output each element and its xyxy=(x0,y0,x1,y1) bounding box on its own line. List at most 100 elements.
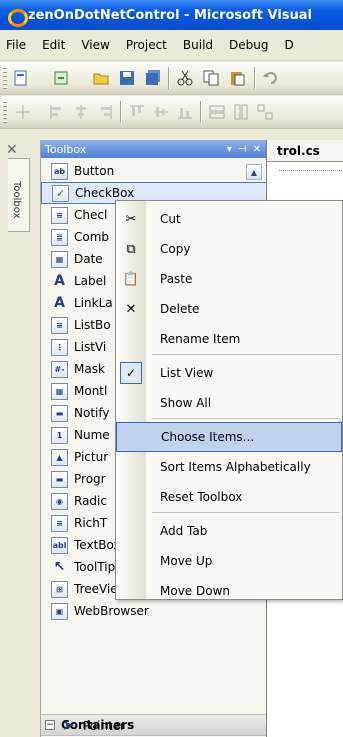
toolbox-item-label: Mask xyxy=(74,362,105,376)
toolbox-item-label: ListVi xyxy=(74,340,107,354)
align-rights-icon[interactable] xyxy=(96,103,114,121)
menu-item-copy[interactable]: ⧉ Copy xyxy=(116,234,342,264)
toolbox-item-label: WebBrowser xyxy=(74,604,149,618)
checkmark-icon: ✓ xyxy=(116,358,146,388)
save-icon[interactable] xyxy=(118,69,136,87)
menu-item-label: Choose Items... xyxy=(161,430,255,444)
menu-debug[interactable]: Debug xyxy=(229,38,268,52)
menu-edit[interactable]: Edit xyxy=(42,38,65,52)
toolbox-item-label: Radic xyxy=(74,494,107,508)
editor-tab-label: trol.cs xyxy=(277,143,320,158)
menu-item-sort-items-alphabetically[interactable]: Sort Items Alphabetically xyxy=(116,452,342,482)
layout-toolbar xyxy=(0,96,343,129)
menu-build[interactable]: Build xyxy=(183,38,213,52)
menu-item-delete[interactable]: ✕ Delete xyxy=(116,294,342,324)
menu-view[interactable]: View xyxy=(81,38,109,52)
toolbox-pin-icon[interactable]: ✕ xyxy=(6,142,18,158)
menu-item-label: Cut xyxy=(160,212,181,226)
notifyicon-icon: ▬ xyxy=(51,404,68,422)
copy-icon[interactable] xyxy=(202,69,220,87)
toolbox-item-label: Label xyxy=(74,274,107,288)
monthcalendar-icon: ▦ xyxy=(51,382,68,400)
auto-hide-icon[interactable]: ⊣ xyxy=(238,144,247,155)
make-same-width-icon[interactable] xyxy=(208,103,226,121)
textbox-icon: abl xyxy=(51,536,68,554)
paste-icon[interactable] xyxy=(228,69,246,87)
menu-item-list-view[interactable]: ✓ List View xyxy=(116,358,342,388)
menu-d[interactable]: D xyxy=(284,38,293,52)
checkmark-box: ✓ xyxy=(120,362,142,384)
checkedlistbox-icon: ≡ xyxy=(51,206,68,224)
toolbar-grip[interactable] xyxy=(3,67,7,89)
toolbox-item-label: Nume xyxy=(74,428,110,442)
standard-toolbar xyxy=(0,62,343,95)
toolbox-header: Toolbox ▾ ⊣ ✕ xyxy=(41,140,267,158)
window-title-bar: zenOnDotNetControl - Microsoft Visual xyxy=(0,0,343,30)
checkbox-icon xyxy=(52,184,69,202)
toolbox-title: Toolbox xyxy=(45,142,87,156)
menu-bar: File Edit View Project Build Debug D xyxy=(0,30,343,61)
menu-item-move-down[interactable]: Move Down xyxy=(116,576,342,606)
menu-separator xyxy=(152,418,340,419)
toolbox-item-label: TextBox xyxy=(74,538,121,552)
save-all-icon[interactable] xyxy=(144,69,162,87)
menu-file[interactable]: File xyxy=(6,38,26,52)
make-same-size-icon[interactable] xyxy=(256,103,274,121)
paste-icon: 📋 xyxy=(122,271,140,287)
menu-item-label: Reset Toolbox xyxy=(160,490,243,504)
window-position-icon[interactable]: ▾ xyxy=(227,144,232,155)
close-icon[interactable]: ✕ xyxy=(253,144,261,155)
toolbox-side-tab[interactable]: Toolbox xyxy=(8,158,30,232)
menu-item-rename-item[interactable]: Rename Item xyxy=(116,324,342,354)
make-same-height-icon[interactable] xyxy=(232,103,250,121)
toolbox-item-label: Button xyxy=(74,164,115,178)
copy-icon: ⧉ xyxy=(126,241,136,257)
toolbox-item-label: Date xyxy=(74,252,103,266)
menu-gutter-spacer xyxy=(116,482,146,512)
align-tops-icon[interactable] xyxy=(128,103,146,121)
menu-item-add-tab[interactable]: Add Tab xyxy=(116,516,342,546)
delete-icon: ✕ xyxy=(125,301,137,317)
linklabel-icon: A xyxy=(54,295,65,311)
toolbox-item-label: ToolTip xyxy=(74,560,116,574)
toolbox-side-tab-label: Toolbox xyxy=(11,181,22,219)
listview-icon: ⋮ xyxy=(51,338,68,356)
richtextbox-icon: ≡ xyxy=(51,514,68,532)
menu-item-show-all[interactable]: Show All xyxy=(116,388,342,418)
combobox-icon: ≣ xyxy=(51,228,68,246)
menu-gutter-spacer xyxy=(116,452,146,482)
align-bottoms-icon[interactable] xyxy=(176,103,194,121)
align-lefts-icon[interactable] xyxy=(48,103,66,121)
undo-icon[interactable] xyxy=(262,69,280,87)
toolbox-item-pointer[interactable]: ➤ Pointer xyxy=(50,715,230,737)
add-item-icon[interactable] xyxy=(52,69,70,87)
menu-separator xyxy=(152,354,340,355)
menu-item-label: Rename Item xyxy=(160,332,241,346)
align-middles-icon[interactable] xyxy=(152,103,170,121)
toolbar-grip[interactable] xyxy=(3,101,7,123)
cut-icon[interactable] xyxy=(176,69,194,87)
align-to-grid-icon[interactable] xyxy=(14,103,32,121)
menu-gutter-spacer xyxy=(117,422,147,452)
new-project-icon[interactable] xyxy=(12,69,30,87)
menu-item-cut[interactable]: ✂ Cut xyxy=(116,204,342,234)
toolbox-item-label: Montl xyxy=(74,384,108,398)
menu-item-paste[interactable]: 📋 Paste xyxy=(116,264,342,294)
menu-gutter-spacer xyxy=(116,546,146,576)
toolbox-item-label: Progr xyxy=(74,472,106,486)
editor-tab-control-cs[interactable]: trol.cs xyxy=(267,140,343,162)
toolbox-item-button[interactable]: ab Button xyxy=(41,160,267,182)
menu-project[interactable]: Project xyxy=(126,38,167,52)
menu-item-label: Add Tab xyxy=(160,524,208,538)
align-centers-icon[interactable] xyxy=(72,103,90,121)
menu-gutter-spacer xyxy=(116,516,146,546)
button-icon: ab xyxy=(51,162,68,180)
menu-item-choose-items[interactable]: Choose Items... xyxy=(116,422,342,452)
menu-item-move-up[interactable]: Move Up xyxy=(116,546,342,576)
menu-item-reset-toolbox[interactable]: Reset Toolbox xyxy=(116,482,342,512)
treeview-icon: ⊞ xyxy=(51,580,68,598)
visual-studio-icon xyxy=(6,6,28,27)
open-folder-icon[interactable] xyxy=(92,69,110,87)
toolbox-autohide-strip: ✕ Toolbox xyxy=(0,140,40,737)
menu-item-label: Sort Items Alphabetically xyxy=(160,460,311,474)
